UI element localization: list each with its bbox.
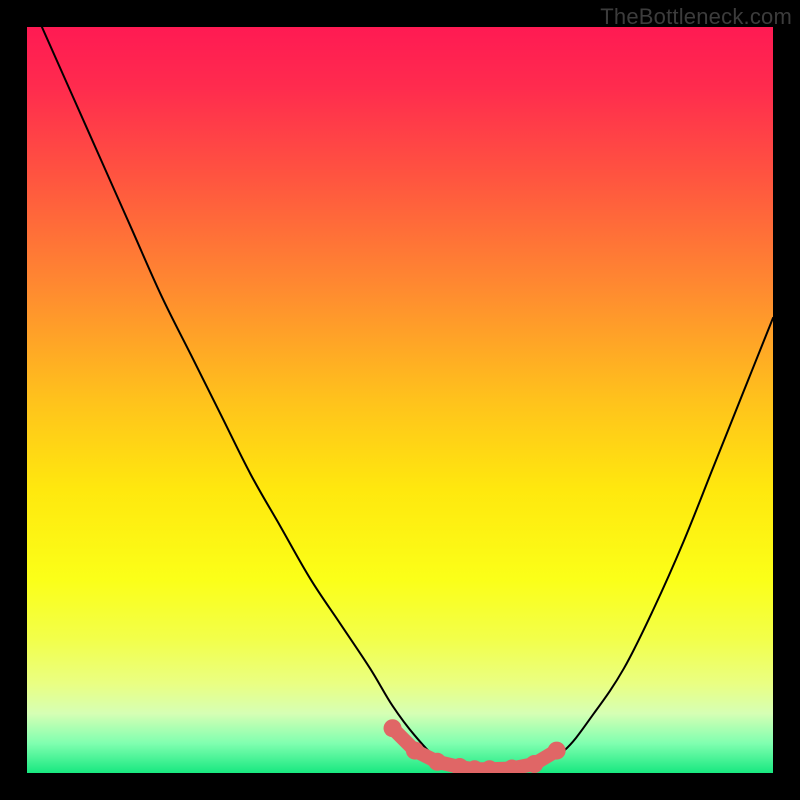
gradient-background	[27, 27, 773, 773]
highlight-dot	[406, 742, 424, 760]
highlight-dot	[384, 719, 402, 737]
chart-stage: TheBottleneck.com	[0, 0, 800, 800]
highlight-dot	[525, 755, 543, 773]
highlight-dot	[548, 742, 566, 760]
highlight-dot	[428, 753, 446, 771]
chart-plot	[27, 27, 773, 773]
